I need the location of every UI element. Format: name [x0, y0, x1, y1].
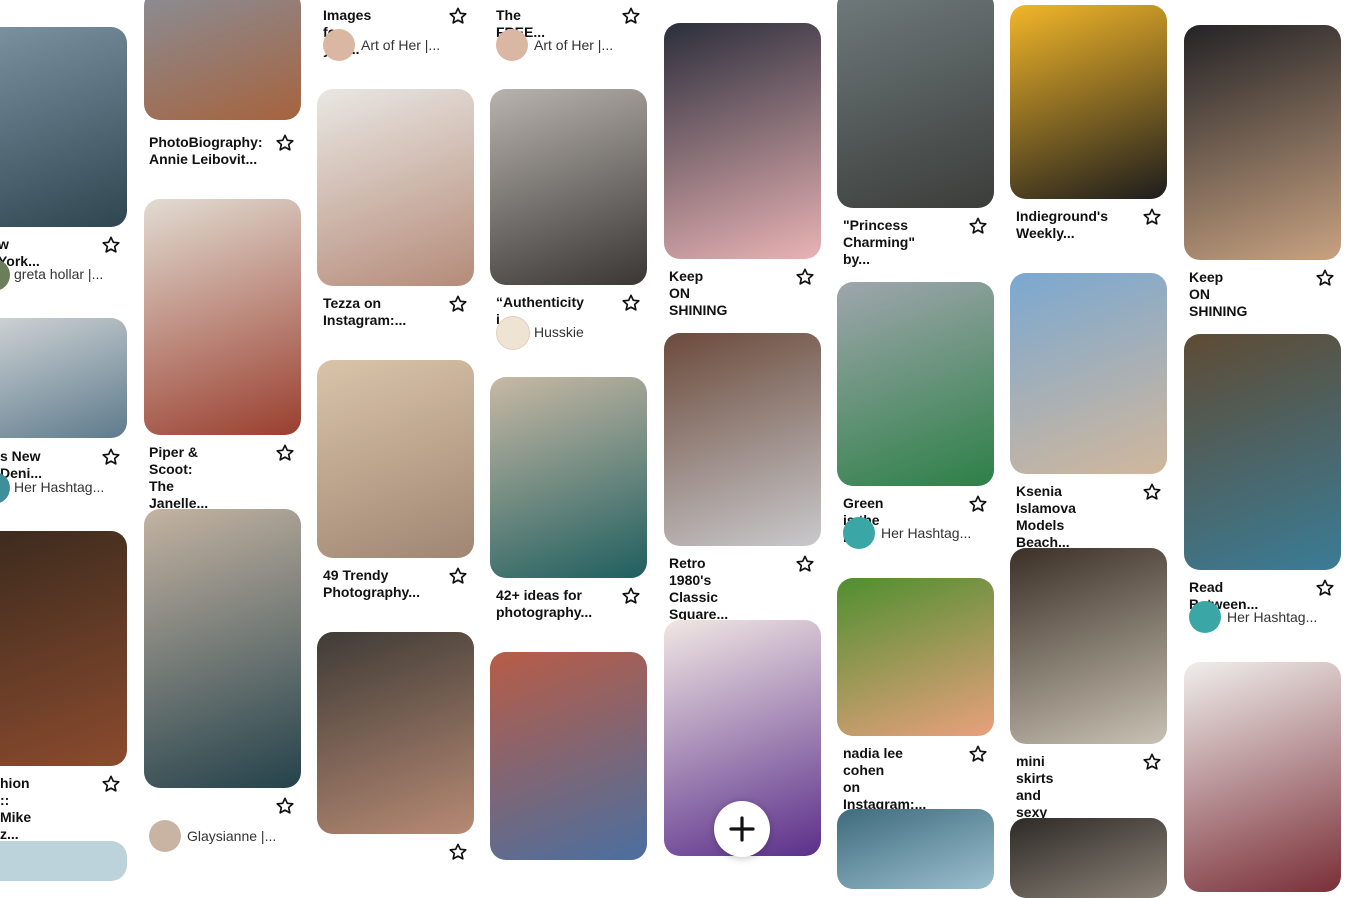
pin-image[interactable]: [664, 23, 821, 259]
pin-title[interactable]: Ksenia Islamova Models Beach...: [1016, 483, 1076, 551]
pin-image[interactable]: [144, 509, 301, 788]
pin-title[interactable]: Tezza on Instagram:...: [323, 295, 406, 329]
avatar[interactable]: [496, 29, 528, 61]
pin-title[interactable]: Piper & Scoot: The Janelle...: [149, 444, 208, 512]
pin-image[interactable]: [664, 333, 821, 546]
pin-author[interactable]: Her Hashtag...: [881, 525, 971, 541]
star-icon[interactable]: [448, 6, 468, 26]
star-icon[interactable]: [275, 796, 295, 816]
pin-image[interactable]: [490, 652, 647, 860]
star-icon[interactable]: [621, 293, 641, 313]
star-icon[interactable]: [621, 586, 641, 606]
pin-title[interactable]: Retro 1980's Classic Square...: [669, 555, 728, 623]
pin-image[interactable]: [0, 531, 127, 766]
pin-author[interactable]: Her Hashtag...: [14, 479, 104, 495]
star-icon[interactable]: [968, 216, 988, 236]
star-icon[interactable]: [968, 494, 988, 514]
pin-title[interactable]: 49 Trendy Photography...: [323, 567, 420, 601]
pin-author[interactable]: Art of Her |...: [534, 37, 613, 53]
pin-image[interactable]: [1010, 5, 1167, 199]
pin-title[interactable]: Keep ON SHINING: [1189, 269, 1247, 320]
plus-icon: [729, 816, 755, 842]
pin-image[interactable]: [1184, 25, 1341, 260]
pin-title[interactable]: Indieground's Weekly...: [1016, 208, 1108, 242]
pin-image[interactable]: [1010, 273, 1167, 474]
star-icon[interactable]: [448, 294, 468, 314]
pin-image[interactable]: [317, 360, 474, 558]
pin-image[interactable]: [837, 0, 994, 208]
pin-title[interactable]: 42+ ideas for photography...: [496, 587, 592, 621]
pin-image[interactable]: [0, 841, 127, 881]
pin-image[interactable]: [0, 318, 127, 438]
pin-image[interactable]: [837, 578, 994, 736]
avatar[interactable]: [496, 316, 530, 350]
add-pin-button[interactable]: [714, 801, 770, 857]
star-icon[interactable]: [1315, 268, 1335, 288]
pin-author[interactable]: Art of Her |...: [361, 37, 440, 53]
star-icon[interactable]: [1142, 482, 1162, 502]
pin-image[interactable]: [490, 89, 647, 285]
star-icon[interactable]: [275, 443, 295, 463]
avatar[interactable]: [323, 29, 355, 61]
pin-image[interactable]: [837, 282, 994, 486]
star-icon[interactable]: [101, 235, 121, 255]
star-icon[interactable]: [1315, 578, 1335, 598]
pin-author[interactable]: Glaysianne |...: [187, 828, 276, 844]
pin-image[interactable]: [1184, 662, 1341, 892]
star-icon[interactable]: [1142, 207, 1162, 227]
star-icon[interactable]: [275, 133, 295, 153]
star-icon[interactable]: [448, 842, 468, 862]
pin-image[interactable]: [317, 89, 474, 286]
pin-title[interactable]: PhotoBiography: Annie Leibovit...: [149, 134, 263, 168]
star-icon[interactable]: [621, 6, 641, 26]
pin-author[interactable]: Husskie: [534, 324, 584, 340]
pin-image[interactable]: [144, 0, 301, 120]
pin-image[interactable]: [837, 809, 994, 889]
avatar[interactable]: [1189, 601, 1221, 633]
star-icon[interactable]: [795, 267, 815, 287]
pin-image[interactable]: [317, 632, 474, 834]
star-icon[interactable]: [448, 566, 468, 586]
pin-title[interactable]: nadia lee cohen on Instagram:...: [843, 745, 926, 813]
pin-title[interactable]: Keep ON SHINING: [669, 268, 727, 319]
star-icon[interactable]: [101, 447, 121, 467]
star-icon[interactable]: [795, 554, 815, 574]
star-icon[interactable]: [1142, 752, 1162, 772]
pin-image[interactable]: [144, 199, 301, 435]
pin-title[interactable]: hion :: Mike z...: [0, 775, 31, 843]
pin-image[interactable]: [1010, 548, 1167, 744]
avatar[interactable]: [149, 820, 181, 852]
star-icon[interactable]: [968, 744, 988, 764]
pin-title[interactable]: "Princess Charming" by...: [843, 217, 915, 268]
pin-author[interactable]: Her Hashtag...: [1227, 609, 1317, 625]
pin-author[interactable]: greta hollar |...: [14, 266, 103, 282]
star-icon[interactable]: [101, 774, 121, 794]
avatar[interactable]: [843, 517, 875, 549]
pin-image[interactable]: [1010, 818, 1167, 898]
pin-image[interactable]: [1184, 334, 1341, 570]
pin-image[interactable]: [0, 27, 127, 227]
pin-image[interactable]: [490, 377, 647, 578]
